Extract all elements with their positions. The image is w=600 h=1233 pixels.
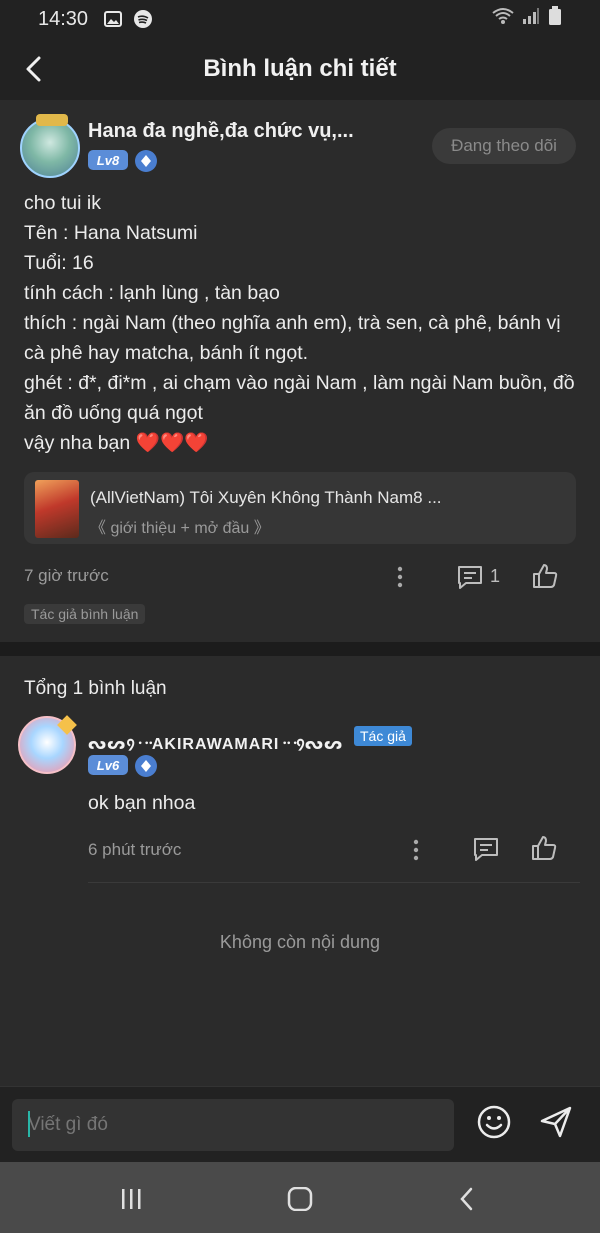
post-card: Hana đa nghề,đa chức vụ,... Lv8 Đang the… bbox=[0, 100, 600, 642]
recent-apps-icon[interactable] bbox=[116, 1186, 146, 1212]
reply-icon[interactable] bbox=[472, 836, 500, 862]
home-icon[interactable] bbox=[285, 1186, 315, 1212]
page-title: Bình luận chi tiết bbox=[203, 55, 397, 82]
comment-count: 1 bbox=[490, 566, 501, 586]
author-comment-tag: Tác giả bình luận bbox=[24, 604, 146, 624]
story-cover-image bbox=[35, 480, 79, 538]
story-card[interactable]: (AllVietNam) Tôi Xuyên Không Thành Nam8 … bbox=[24, 472, 576, 544]
post-line: thích : ngài Nam (theo nghĩa anh em), tr… bbox=[24, 312, 561, 364]
back-arrow-icon bbox=[26, 56, 41, 82]
more-options-icon[interactable] bbox=[404, 836, 428, 864]
commenter-avatar[interactable] bbox=[18, 715, 77, 774]
post-line: tính cách : lạnh lùng , tàn bạo bbox=[24, 282, 280, 304]
battery-icon bbox=[548, 6, 562, 32]
avatar-frame-crown bbox=[36, 114, 68, 126]
back-button[interactable] bbox=[16, 51, 52, 87]
comment-icon[interactable] bbox=[456, 564, 484, 590]
diamond-badge-icon bbox=[135, 150, 157, 172]
section-divider bbox=[0, 642, 600, 656]
comments-total: Tổng 1 bình luận bbox=[24, 678, 167, 699]
diamond-badge-icon bbox=[135, 755, 157, 777]
system-nav-bar bbox=[0, 1162, 600, 1233]
thumbs-up-icon[interactable] bbox=[531, 562, 559, 590]
story-chapter: 《 giới thiệu + mở đầu 》 bbox=[90, 520, 270, 537]
story-title: (AllVietNam) Tôi Xuyên Không Thành Nam8 … bbox=[90, 488, 442, 507]
level-badge: Lv6 bbox=[88, 755, 128, 775]
thumbs-up-icon[interactable] bbox=[530, 834, 558, 862]
app-header: Bình luận chi tiết bbox=[0, 38, 600, 100]
spotify-icon bbox=[132, 8, 154, 30]
post-line: Tên : Hana Natsumi bbox=[24, 222, 198, 244]
post-time: 7 giờ trước bbox=[24, 566, 109, 585]
comment-input[interactable] bbox=[12, 1099, 454, 1151]
level-badge: Lv8 bbox=[88, 150, 128, 170]
text-caret bbox=[28, 1111, 30, 1137]
more-options-icon[interactable] bbox=[388, 562, 412, 592]
emoji-icon[interactable] bbox=[476, 1104, 512, 1140]
follow-button[interactable]: Đang theo dõi bbox=[432, 128, 576, 164]
comment-text: ok bạn nhoa bbox=[88, 792, 196, 814]
status-time: 14:30 bbox=[38, 7, 89, 30]
image-icon bbox=[102, 8, 124, 30]
wifi-icon bbox=[492, 7, 514, 31]
post-line: Tuổi: 16 bbox=[24, 252, 94, 274]
post-content: cho tui ik Tên : Hana Natsumi Tuổi: 16 t… bbox=[24, 188, 580, 458]
avatar-frame-star bbox=[57, 715, 77, 735]
author-badge: Tác giả bbox=[354, 726, 412, 746]
comments-section: Tổng 1 bình luận ᔓᔕ᠀᠂᠃AKIRAWAMARI᠃᠂᠀ᔓᔕ T… bbox=[0, 656, 600, 1086]
post-line: cho tui ik bbox=[24, 192, 101, 214]
post-meta-row: 7 giờ trước 1 bbox=[24, 562, 576, 592]
comment-time: 6 phút trước bbox=[88, 840, 182, 859]
author-name[interactable]: Hana đa nghề,đa chức vụ,... bbox=[88, 120, 354, 143]
commenter-name[interactable]: ᔓᔕ᠀᠂᠃AKIRAWAMARI᠃᠂᠀ᔓᔕ bbox=[88, 726, 343, 754]
post-line: vậy nha bạn ❤️❤️❤️ bbox=[24, 432, 209, 454]
status-bar: 14:30 bbox=[0, 0, 600, 38]
post-line: ghét : đ*, đi*m , ai chạm vào ngài Nam ,… bbox=[24, 372, 575, 424]
system-back-icon[interactable] bbox=[452, 1186, 482, 1212]
send-icon[interactable] bbox=[538, 1104, 574, 1140]
end-of-content-label: Không còn nội dung bbox=[219, 932, 381, 952]
divider bbox=[88, 882, 580, 883]
signal-icon bbox=[522, 7, 540, 31]
avatar[interactable] bbox=[20, 114, 80, 178]
